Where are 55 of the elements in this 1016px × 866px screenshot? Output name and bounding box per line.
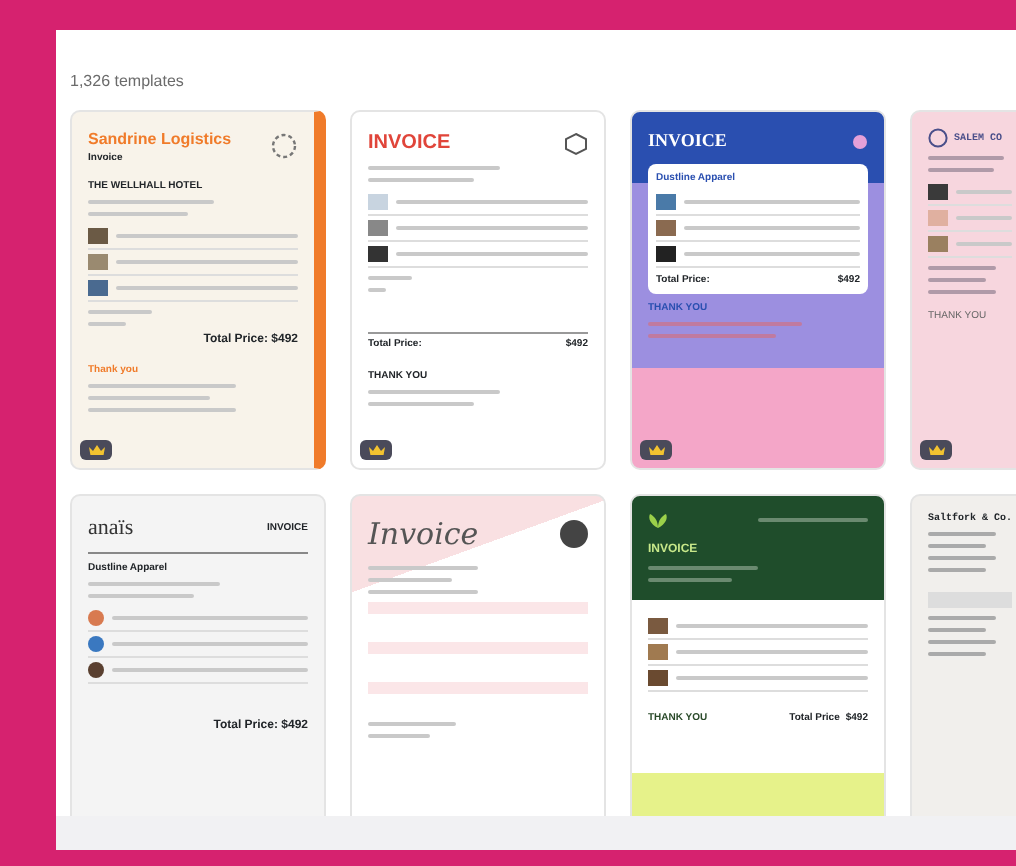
text-line <box>928 544 986 548</box>
text-line <box>758 518 868 522</box>
template-count: 1,326 templates <box>70 70 186 94</box>
leaf-icon <box>648 512 668 528</box>
crown-icon <box>647 444 665 456</box>
text-line <box>928 278 986 282</box>
text-line <box>928 640 996 644</box>
text-line <box>928 168 994 172</box>
text-line <box>368 733 430 737</box>
text-line <box>928 556 996 560</box>
text-line <box>956 190 1012 194</box>
text-line <box>956 216 1012 220</box>
text-line <box>928 652 986 656</box>
crown-icon <box>367 444 385 456</box>
text-line <box>648 333 776 337</box>
document-title: INVOICE <box>648 128 727 154</box>
text-line <box>648 578 732 583</box>
text-line <box>88 322 126 326</box>
text-line <box>928 616 996 620</box>
text-line <box>88 310 151 314</box>
text-line <box>88 593 194 597</box>
text-line <box>928 156 1004 160</box>
text-line <box>88 212 189 216</box>
text-line <box>928 532 996 536</box>
text-line <box>368 589 478 593</box>
text-line <box>928 568 986 572</box>
text-line <box>928 290 996 294</box>
circle-logo-icon <box>852 133 868 150</box>
template-card[interactable]: Invoice <box>350 494 606 816</box>
text-line <box>928 628 986 632</box>
text-line <box>928 266 996 270</box>
text-line <box>88 200 214 204</box>
text-line <box>368 178 474 182</box>
document-title: Invoice <box>368 514 479 556</box>
text-line <box>368 166 500 170</box>
text-line <box>368 402 474 406</box>
text-line <box>368 721 456 725</box>
text-line <box>88 581 220 585</box>
text-line <box>368 276 412 280</box>
hexagon-logo-icon <box>564 131 588 155</box>
text-line <box>368 577 452 581</box>
brand-name: anaïs <box>88 514 134 544</box>
crown-icon <box>927 444 945 456</box>
document-title: Sandrine Logistics <box>88 128 232 152</box>
logo-circle-icon <box>560 520 588 549</box>
text-line <box>368 288 386 292</box>
text-line <box>956 242 1012 246</box>
document-title: INVOICE <box>368 130 451 158</box>
text-line <box>368 565 478 569</box>
text-line <box>368 390 500 394</box>
text-line <box>648 566 758 571</box>
seal-logo-icon <box>928 128 948 148</box>
crown-icon <box>87 444 105 456</box>
text-line <box>88 396 210 401</box>
circle-logo-icon <box>270 132 298 160</box>
